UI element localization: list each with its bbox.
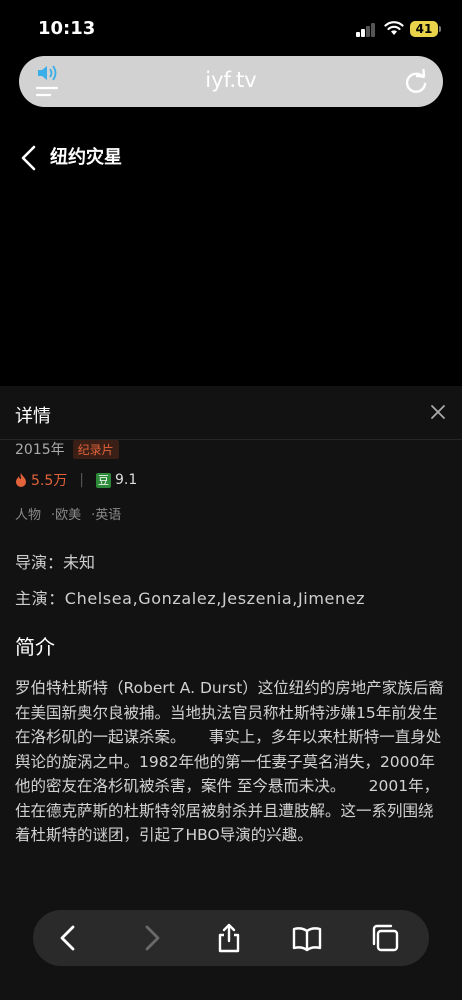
details-heading: 详情	[15, 406, 51, 427]
cellular-signal-icon	[356, 23, 376, 37]
share-icon[interactable]	[213, 922, 245, 954]
forward-icon[interactable]	[135, 922, 167, 954]
intro-text: 罗伯特杜斯特（Robert A. Durst）这位纽约的房地产家族后裔在美国新奥…	[15, 679, 444, 844]
rating-row: 5.5万 | 豆 9.1	[15, 470, 137, 490]
divider: |	[79, 472, 84, 488]
tag-people: 人物	[15, 508, 42, 523]
browser-toolbar	[33, 910, 429, 966]
status-time: 10:13	[38, 18, 96, 39]
douban-score: 9.1	[114, 472, 138, 488]
status-bar: 10:13 41	[0, 0, 462, 54]
tag-region: ·欧美	[51, 508, 82, 523]
close-icon[interactable]	[430, 404, 446, 420]
tabs-icon[interactable]	[369, 922, 401, 954]
video-player[interactable]: 纽约灾星	[0, 126, 462, 386]
heat-count: 5.5万	[31, 473, 68, 489]
url-text[interactable]: iyf.tv	[19, 68, 443, 92]
cast-line: 主演：Chelsea,Gonzalez,Jeszenia,Jimenez	[15, 589, 366, 608]
category-tags: 人物 ·欧美 ·英语	[15, 504, 121, 523]
back-icon[interactable]	[53, 922, 85, 954]
intro-heading: 简介	[15, 635, 55, 659]
battery-indicator: 41	[410, 21, 441, 37]
wifi-icon	[384, 21, 404, 35]
release-year: 2015年	[15, 442, 65, 458]
tag-language: ·英语	[91, 508, 122, 523]
fire-icon	[16, 473, 26, 487]
director-line: 导演：未知	[15, 553, 96, 572]
reload-icon[interactable]	[403, 69, 429, 95]
back-arrow-icon[interactable]	[18, 144, 40, 172]
details-panel: 详情 2015年 纪录片 5.5万 | 豆 9.1 人物 ·欧美 ·英语 导演：…	[0, 386, 462, 1000]
bookmarks-icon[interactable]	[291, 922, 323, 954]
video-title: 纽约灾星	[50, 147, 122, 168]
douban-icon: 豆	[95, 472, 111, 488]
year-genre-row: 2015年 纪录片	[15, 439, 119, 459]
details-header: 详情	[0, 386, 462, 440]
address-bar[interactable]: iyf.tv	[19, 56, 443, 107]
genre-tag: 纪录片	[72, 439, 119, 459]
